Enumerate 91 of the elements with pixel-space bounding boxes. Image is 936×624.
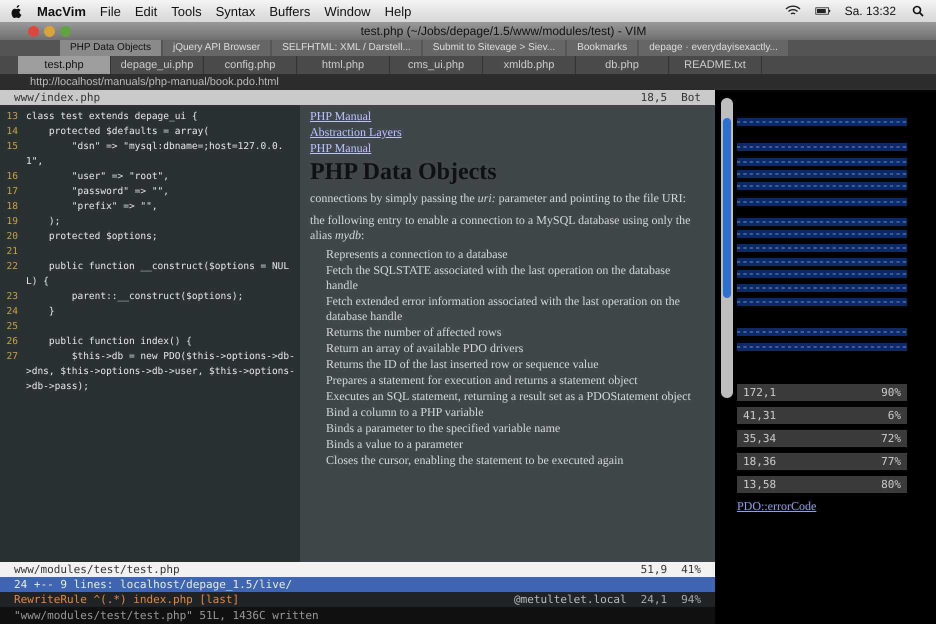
method-description: Represents a connection to a database [325,247,508,262]
menu-item[interactable]: Buffers [269,4,310,18]
menu-item[interactable]: Tools [171,4,202,18]
menu-item[interactable]: Help [384,4,412,18]
menu-item[interactable]: Syntax [216,4,256,18]
wifi-icon[interactable] [784,5,801,17]
method-description: Fetch the SQLSTATE associated with the last operation on the database handle [325,263,672,293]
cursor-position: 51,9 [640,563,668,576]
code-line: "password" => "", [70,185,169,199]
menu-clock[interactable]: Sa. 13:32 [844,4,896,18]
method-description: Bind a column to a PHP variable [325,405,484,420]
line-number: 17 [6,185,18,199]
menu-item[interactable]: Edit [134,4,158,18]
scroll-bar[interactable] [721,98,733,398]
browser-tab[interactable]: depage · everydayisexactly... [639,40,788,56]
method-description: Closes the cursor, enabling the statement to be executed again [325,453,624,468]
battery-icon[interactable] [814,5,831,17]
line-number: 27 [6,350,18,364]
line-number: 18 [6,200,18,214]
cursor-position: 41,31 [743,409,776,422]
manual-link[interactable]: PHP Manual [310,109,372,124]
browser-tab[interactable]: jQuery API Browser [162,40,270,56]
status-text: RewriteRule ^(.*) index.php [last] [14,593,240,606]
method-description: Returns the number of affected rows [325,325,502,340]
scroll-position: Bot [681,91,701,104]
status-text: www/modules/test/test.php [14,563,181,576]
cursor-position: 13,58 [743,478,776,491]
cursor-position: 172,1 [743,386,776,399]
method-description: Fetch extended error information associated with the last operation on the database handle [325,294,681,324]
line-number: 24 [6,305,18,319]
scroll-position: 6% [888,409,901,422]
code-line: parent::__construct($options); [70,290,244,304]
paragraph: the following entry to enable a connection to a MySQL database using only the alias mydb: [310,213,692,243]
line-number: 19 [6,215,18,229]
browser-tab[interactable]: Bookmarks [567,40,638,56]
window-title: test.php (~/Jobs/depage/1.5/www/modules/test) - VIM [360,24,648,38]
code-line: } [48,305,55,319]
line-number: 16 [6,170,18,184]
host-name: @metultelet.local [514,593,627,606]
scroll-position: 77% [881,455,901,468]
code-line: ); [48,215,60,229]
scroll-position: 80% [881,478,901,491]
code-line: $this->db = new PDO($this->options->db->dns, $this->options->db->user, $this->options->db->pass); [26,350,296,394]
code-line: "dsn" => "mysql:dbname=;host=127.0.0.1", [26,140,284,169]
apple-icon[interactable] [10,4,23,18]
address-bar[interactable]: http://localhost/manuals/php-manual/book.pdo.html [0,74,936,90]
line-number: 14 [6,125,18,139]
cursor-position: 18,36 [743,455,776,468]
method-description: Prepares a statement for execution and returns a statement object [325,373,638,388]
line-number: 25 [6,320,18,334]
code-editor[interactable] [0,105,300,562]
scroll-position: 41% [681,563,701,576]
menu-item[interactable]: Window [324,4,371,18]
method-description: Return an array of available PDO drivers [325,341,524,356]
browser-tab[interactable]: SELFHTML: XML / Darstell... [272,40,421,56]
line-number: 15 [6,140,18,154]
method-description: Executes an SQL statement, returning a result set as a PDOStatement object [325,389,691,404]
method-description: Returns the ID of the last inserted row or sequence value [325,357,599,372]
line-number: 22 [6,260,18,274]
manual-link[interactable]: Abstraction Layers [310,125,402,140]
menu-item[interactable]: File [100,4,121,18]
method-description: Binds a parameter to the specified variable name [325,421,560,436]
paragraph: connections by simply passing the uri: parameter and pointing to the file URI: [310,191,686,206]
line-number: 13 [6,110,18,124]
cursor-position: 24,1 [640,593,668,606]
status-text: 24 +-- 9 lines: localhost/depage_1.5/live/ [14,578,294,591]
browser-tab[interactable]: Submit to Sitevage > Siev... [422,40,566,56]
manual-link[interactable]: PHP Manual [310,141,372,156]
line-number: 21 [6,245,18,259]
cursor-position: 18,5 [640,91,668,104]
code-line: protected $options; [48,230,158,244]
code-line: "user" => "root", [70,170,169,184]
method-description: Binds a value to a parameter [325,437,463,452]
code-line: class test extends depage_ui { [26,110,198,124]
code-line: public function index() { [48,335,192,349]
file-path: www/index.php [14,91,102,104]
scroll-position: 72% [881,432,901,445]
app-menu[interactable]: MacVim [37,4,86,18]
code-line: protected $defaults = array( [48,125,210,139]
scroll-position: 90% [881,386,901,399]
page-heading: PHP Data Objects [310,158,497,187]
scroll-position: 94% [681,593,701,606]
search-icon[interactable] [910,5,926,17]
browser-tab[interactable]: PHP Data Objects [60,40,161,56]
manual-link[interactable]: PDO::errorCode [737,499,907,514]
line-number: 23 [6,290,18,304]
editor-tab[interactable]: test.php [18,56,111,74]
code-line: "prefix" => "", [70,200,158,214]
line-number: 26 [6,335,18,349]
line-number: 20 [6,230,18,244]
cursor-position: 35,34 [743,432,776,445]
